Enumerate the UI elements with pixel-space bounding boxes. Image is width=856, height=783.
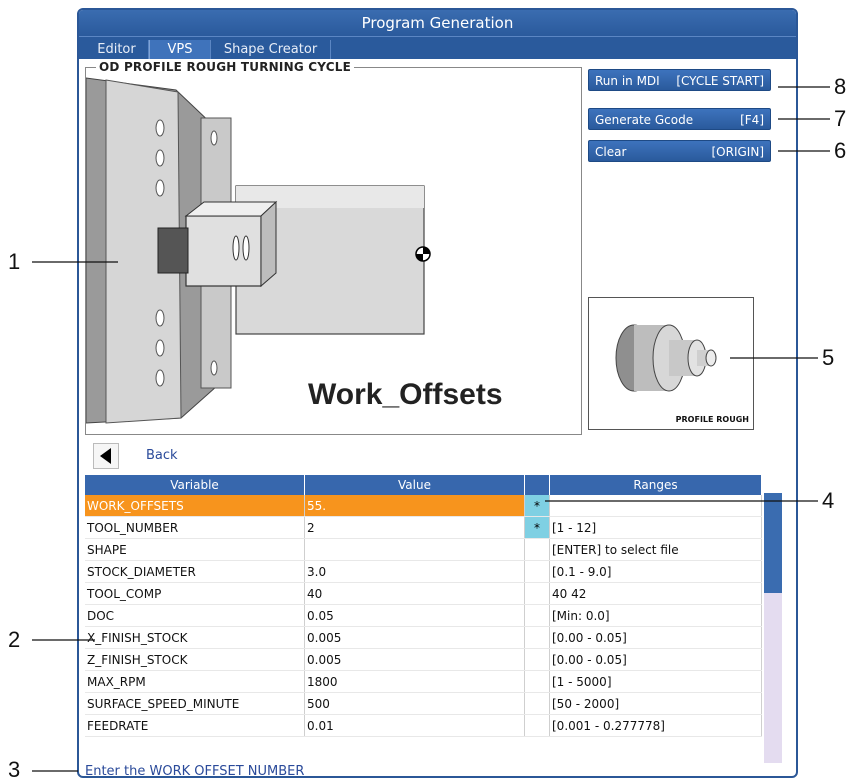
clear-button[interactable]: Clear [ORIGIN] xyxy=(588,140,771,162)
flag-cell: * xyxy=(524,495,550,517)
callout-7: 7 xyxy=(834,106,847,131)
scrollbar-thumb[interactable] xyxy=(764,493,782,593)
table-row[interactable]: STOCK_DIAMETER 3.0 [0.1 - 9.0] xyxy=(85,560,762,583)
run-in-mdi-key: [CYCLE START] xyxy=(676,74,764,88)
table-row[interactable]: MAX_RPM 1800 [1 - 5000] xyxy=(85,670,762,693)
value-cell[interactable]: 40 xyxy=(304,582,525,605)
table-row[interactable]: SHAPE [ENTER] to select file xyxy=(85,538,762,561)
variable-cell: SHAPE xyxy=(85,538,305,561)
run-in-mdi-button[interactable]: Run in MDI [CYCLE START] xyxy=(588,69,771,91)
table-row[interactable]: DOC 0.05 [Min: 0.0] xyxy=(85,604,762,627)
generate-gcode-button[interactable]: Generate Gcode [F4] xyxy=(588,108,771,130)
table-row[interactable]: WORK_OFFSETS 55. * xyxy=(85,495,762,517)
table-row[interactable]: FEEDRATE 0.01 [0.001 - 0.277778] xyxy=(85,714,762,737)
range-cell: [0.001 - 0.277778] xyxy=(549,714,762,737)
back-arrow-icon xyxy=(100,448,111,464)
run-in-mdi-label: Run in MDI xyxy=(595,74,660,88)
value-cell[interactable]: 55. xyxy=(304,495,525,517)
callout-5: 5 xyxy=(822,345,835,370)
col-flag xyxy=(524,475,550,495)
flag-cell xyxy=(524,692,550,715)
preview-label: PROFILE ROUGH xyxy=(675,415,749,424)
table-row[interactable]: SURFACE_SPEED_MINUTE 500 [50 - 2000] xyxy=(85,692,762,715)
variable-cell: TOOL_COMP xyxy=(85,582,305,605)
table-scrollbar[interactable] xyxy=(764,493,782,763)
flag-cell xyxy=(524,714,550,737)
table-row[interactable]: Z_FINISH_STOCK 0.005 [0.00 - 0.05] xyxy=(85,648,762,671)
flag-cell xyxy=(524,560,550,583)
table-row[interactable]: TOOL_NUMBER 2 * [1 - 12] xyxy=(85,516,762,539)
profile-part-image xyxy=(615,324,717,392)
generate-gcode-label: Generate Gcode xyxy=(595,113,694,127)
variable-cell: DOC xyxy=(85,604,305,627)
value-cell[interactable]: 2 xyxy=(304,516,525,539)
range-cell: [0.1 - 9.0] xyxy=(549,560,762,583)
profile-rough-preview: PROFILE ROUGH xyxy=(588,297,754,430)
value-cell[interactable]: 1800 xyxy=(304,670,525,693)
range-cell: [0.00 - 0.05] xyxy=(549,626,762,649)
vps-diagram-panel: OD PROFILE ROUGH TURNING CYCLE Work_Offs… xyxy=(85,60,582,435)
range-cell xyxy=(549,495,762,517)
variable-cell: SURFACE_SPEED_MINUTE xyxy=(85,692,305,715)
table-row[interactable]: X_FINISH_STOCK 0.005 [0.00 - 0.05] xyxy=(85,626,762,649)
tab-shape-creator[interactable]: Shape Creator xyxy=(211,40,331,59)
flag-cell xyxy=(524,538,550,561)
col-variable: Variable xyxy=(85,475,305,495)
clear-key: [ORIGIN] xyxy=(711,145,765,159)
flag-cell xyxy=(524,670,550,693)
value-cell[interactable]: 0.01 xyxy=(304,714,525,737)
value-cell[interactable]: 500 xyxy=(304,692,525,715)
value-cell[interactable]: 0.05 xyxy=(304,604,525,627)
table-body: WORK_OFFSETS 55. * TOOL_NUMBER 2 * [1 - … xyxy=(85,495,762,737)
illustration-caption: Work_Offsets xyxy=(308,378,503,411)
variable-cell: FEEDRATE xyxy=(85,714,305,737)
callout-3: 3 xyxy=(8,757,21,782)
callout-6: 6 xyxy=(834,138,847,163)
generate-gcode-key: [F4] xyxy=(740,113,764,127)
flag-cell xyxy=(524,582,550,605)
back-button[interactable] xyxy=(93,443,119,469)
variable-cell: TOOL_NUMBER xyxy=(85,516,305,539)
table-header-row: Variable Value Ranges xyxy=(85,475,762,495)
flag-cell xyxy=(524,626,550,649)
callout-4: 4 xyxy=(822,488,835,513)
range-cell: [Min: 0.0] xyxy=(549,604,762,627)
flag-cell xyxy=(524,648,550,671)
clear-label: Clear xyxy=(595,145,627,159)
tab-editor[interactable]: Editor xyxy=(85,40,149,59)
range-cell: [1 - 12] xyxy=(549,516,762,539)
value-cell[interactable]: 3.0 xyxy=(304,560,525,583)
range-cell: [1 - 5000] xyxy=(549,670,762,693)
tab-vps[interactable]: VPS xyxy=(149,40,211,59)
value-cell[interactable] xyxy=(304,538,525,561)
variable-cell: Z_FINISH_STOCK xyxy=(85,648,305,671)
back-link[interactable]: Back xyxy=(146,448,178,463)
window-title: Program Generation xyxy=(79,10,796,36)
flag-cell: * xyxy=(524,516,550,539)
col-value: Value xyxy=(304,475,525,495)
flag-cell xyxy=(524,604,550,627)
range-cell: [0.00 - 0.05] xyxy=(549,648,762,671)
status-prompt: Enter the WORK OFFSET NUMBER xyxy=(85,764,305,778)
program-generation-window: Program Generation Editor VPS Shape Crea… xyxy=(77,8,798,778)
callout-1: 1 xyxy=(8,249,21,274)
value-cell[interactable]: 0.005 xyxy=(304,648,525,671)
range-cell: [50 - 2000] xyxy=(549,692,762,715)
range-cell: 40 42 xyxy=(549,582,762,605)
tab-bar: Editor VPS Shape Creator xyxy=(79,36,796,59)
table-row[interactable]: TOOL_COMP 40 40 42 xyxy=(85,582,762,605)
value-cell[interactable]: 0.005 xyxy=(304,626,525,649)
col-ranges: Ranges xyxy=(549,475,762,495)
callout-2: 2 xyxy=(8,627,21,652)
callout-8: 8 xyxy=(834,74,847,99)
range-cell: [ENTER] to select file xyxy=(549,538,762,561)
variable-cell: STOCK_DIAMETER xyxy=(85,560,305,583)
variables-table: Variable Value Ranges WORK_OFFSETS 55. *… xyxy=(85,475,762,737)
variable-cell: MAX_RPM xyxy=(85,670,305,693)
variable-cell: WORK_OFFSETS xyxy=(85,495,305,517)
variable-cell: X_FINISH_STOCK xyxy=(85,626,305,649)
